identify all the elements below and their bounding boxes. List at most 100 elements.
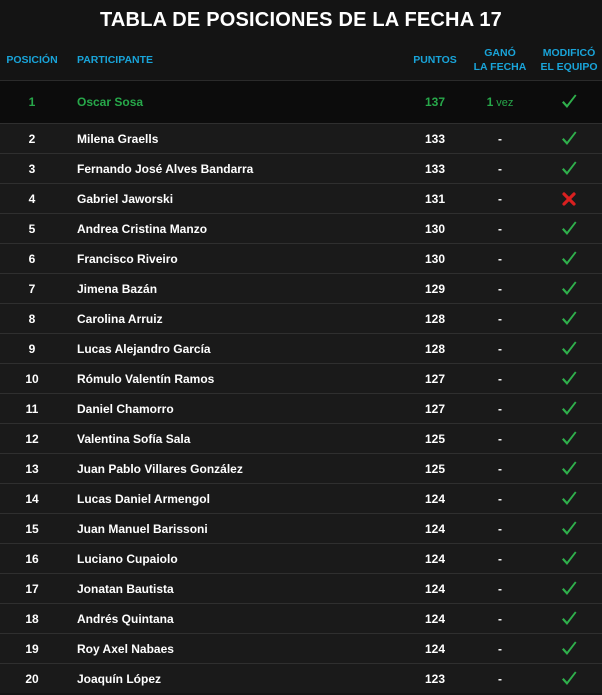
row-participant: Daniel Chamorro [77, 401, 174, 416]
row-participant: Rómulo Valentín Ramos [77, 371, 215, 386]
row-won-value: - [498, 551, 502, 566]
row-participant: Roy Axel Nabaes [77, 641, 174, 656]
row-modified-team [536, 580, 602, 598]
row-won-value: - [498, 461, 502, 476]
row-won-date: - [464, 192, 536, 206]
check-icon [560, 550, 578, 568]
row-won-value: 1 [486, 95, 494, 109]
row-modified-team [536, 160, 602, 178]
row-points: 130 [424, 251, 446, 266]
row-won-date: 1 vez [464, 95, 536, 109]
header-won-date: GANÓ LA FECHA [464, 46, 536, 74]
row-participant: Andrea Cristina Manzo [77, 221, 208, 236]
table-row: 9 Lucas Alejandro García 128 - [0, 333, 602, 363]
row-position: 16 [25, 551, 39, 566]
row-won-date: - [464, 342, 536, 356]
row-points: 124 [424, 641, 446, 656]
row-modified-team [536, 550, 602, 568]
check-icon [560, 250, 578, 268]
check-icon [560, 520, 578, 538]
table-body: 1 Oscar Sosa 137 1 vez 2 Milena Graells 1… [0, 81, 602, 693]
row-points: 125 [424, 431, 446, 446]
header-won-line1: GANÓ [484, 47, 516, 59]
row-modified-team [536, 610, 602, 628]
row-won-unit: vez [496, 97, 514, 109]
row-participant: Luciano Cupaiolo [77, 551, 178, 566]
row-participant: Valentina Sofía Sala [77, 431, 191, 446]
row-won-value: - [498, 221, 502, 236]
table-row: 5 Andrea Cristina Manzo 130 - [0, 213, 602, 243]
check-icon [560, 220, 578, 238]
row-won-date: - [464, 432, 536, 446]
row-position: 12 [25, 431, 39, 446]
row-participant: Milena Graells [77, 131, 159, 146]
row-participant: Fernando José Alves Bandarra [77, 161, 254, 176]
row-points: 125 [424, 461, 446, 476]
row-modified-team [536, 460, 602, 478]
row-points: 128 [424, 311, 446, 326]
cross-icon [560, 190, 578, 208]
header-modified-team: MODIFICÓ EL EQUIPO [536, 46, 602, 74]
row-position: 3 [28, 161, 36, 176]
header-participant: PARTICIPANTE [77, 54, 154, 66]
row-position: 9 [28, 341, 36, 356]
row-modified-team [536, 670, 602, 688]
row-won-value: - [498, 251, 502, 266]
row-participant: Francisco Riveiro [77, 251, 178, 266]
row-won-date: - [464, 462, 536, 476]
row-won-date: - [464, 582, 536, 596]
row-modified-team [536, 520, 602, 538]
row-position: 1 [28, 95, 36, 109]
page-title: TABLA DE POSICIONES DE LA FECHA 17 [99, 9, 503, 31]
table-row: 19 Roy Axel Nabaes 124 - [0, 633, 602, 663]
row-participant: Andrés Quintana [77, 611, 174, 626]
row-position: 20 [25, 671, 39, 686]
row-points: 127 [424, 401, 446, 416]
row-participant: Jimena Bazán [77, 281, 158, 296]
row-won-date: - [464, 282, 536, 296]
header-modified-line1: MODIFICÓ [542, 47, 596, 59]
row-won-date: - [464, 672, 536, 686]
check-icon [560, 130, 578, 148]
table-row: 11 Daniel Chamorro 127 - [0, 393, 602, 423]
table-row: 13 Juan Pablo Villares González 125 - [0, 453, 602, 483]
table-row: 2 Milena Graells 133 - [0, 124, 602, 153]
check-icon [560, 430, 578, 448]
check-icon [560, 460, 578, 478]
row-won-date: - [464, 492, 536, 506]
check-icon [560, 400, 578, 418]
table-row: 18 Andrés Quintana 124 - [0, 603, 602, 633]
check-icon [560, 160, 578, 178]
row-position: 13 [25, 461, 39, 476]
row-points: 124 [424, 551, 446, 566]
row-position: 5 [28, 221, 36, 236]
row-position: 2 [28, 131, 36, 146]
row-modified-team [536, 400, 602, 418]
row-won-value: - [498, 611, 502, 626]
row-position: 17 [25, 581, 39, 596]
row-won-value: - [498, 341, 502, 356]
row-modified-team [536, 490, 602, 508]
check-icon [560, 310, 578, 328]
check-icon [560, 640, 578, 658]
row-participant: Gabriel Jaworski [77, 191, 174, 206]
row-position: 10 [25, 371, 39, 386]
row-won-value: - [498, 431, 502, 446]
check-icon [560, 280, 578, 298]
check-icon [560, 93, 578, 111]
check-icon [560, 580, 578, 598]
row-position: 15 [25, 521, 39, 536]
row-points: 131 [424, 191, 446, 206]
header-won-line2: LA FECHA [473, 61, 527, 73]
table-row: 3 Fernando José Alves Bandarra 133 - [0, 153, 602, 183]
row-modified-team [536, 190, 602, 208]
row-won-value: - [498, 671, 502, 686]
row-modified-team [536, 280, 602, 298]
table-row: 20 Joaquín López 123 - [0, 663, 602, 693]
row-position: 4 [28, 191, 36, 206]
row-points: 133 [424, 161, 446, 176]
row-participant: Oscar Sosa [77, 95, 144, 109]
row-participant: Joaquín López [77, 671, 161, 686]
row-modified-team [536, 310, 602, 328]
check-icon [560, 490, 578, 508]
